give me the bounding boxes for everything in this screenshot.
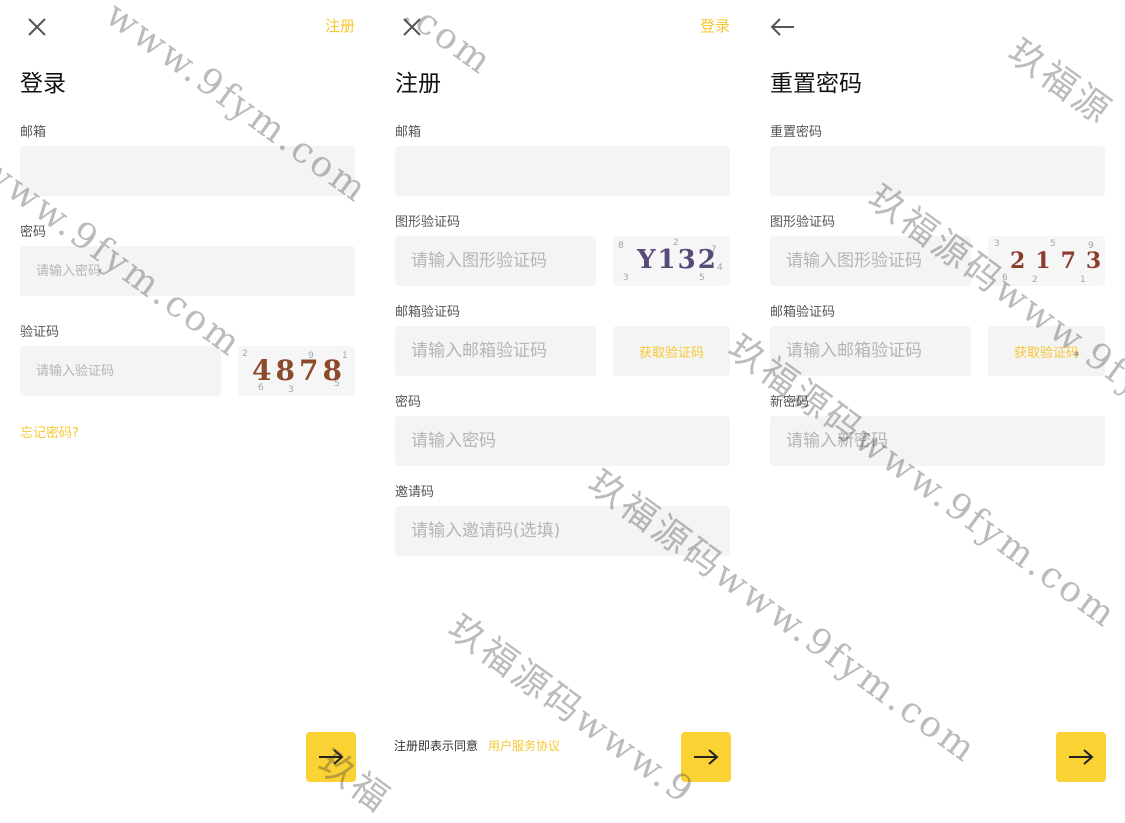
- svg-text:2: 2: [242, 349, 248, 359]
- captcha-image[interactable]: 269513 4878: [238, 346, 355, 396]
- reset-field[interactable]: [770, 146, 1105, 196]
- reset-label: 重置密码: [770, 125, 823, 140]
- email-field[interactable]: [20, 146, 355, 196]
- get-code-button[interactable]: 获取验证码: [613, 326, 730, 376]
- email-code-label: 邮箱验证码: [395, 305, 461, 320]
- register-link[interactable]: 注册: [325, 15, 355, 36]
- close-icon[interactable]: [393, 14, 423, 40]
- invite-label: 邀请码: [395, 485, 435, 500]
- image-captcha-label: 图形验证码: [395, 215, 461, 230]
- captcha-image[interactable]: 365912 2173: [988, 236, 1105, 286]
- arrow-right-icon: [694, 749, 719, 765]
- arrow-right-icon: [319, 749, 344, 765]
- password-label: 密码: [20, 225, 47, 240]
- submit-button[interactable]: [681, 732, 731, 782]
- svg-text:3: 3: [623, 273, 629, 283]
- get-code-button[interactable]: 获取验证码: [988, 326, 1105, 376]
- captcha-image[interactable]: 832754 Y132: [613, 236, 730, 286]
- page-title: 重置密码: [770, 71, 862, 97]
- password-label: 密码: [395, 395, 422, 410]
- reset-panel: 重置密码 重置密码 图形验证码 365912 2173 邮箱验证码 获取验证码 …: [750, 0, 1125, 812]
- agreement-link[interactable]: 用户服务协议: [488, 739, 560, 753]
- svg-text:4: 4: [717, 263, 723, 273]
- email-code-field[interactable]: [395, 326, 596, 376]
- image-captcha-label: 图形验证码: [770, 215, 836, 230]
- captcha-text: 2173: [1010, 248, 1105, 274]
- captcha-text: Y132: [636, 245, 718, 275]
- agreement-text: 注册即表示同意 用户服务协议: [394, 737, 560, 754]
- login-link[interactable]: 登录: [700, 15, 730, 36]
- close-icon[interactable]: [18, 14, 48, 40]
- login-panel: 注册 登录 邮箱 密码 验证码 269513 4878 忘记密码?: [0, 0, 375, 812]
- email-field[interactable]: [395, 146, 730, 196]
- svg-text:1: 1: [1080, 275, 1086, 285]
- captcha-field[interactable]: [20, 346, 221, 396]
- image-captcha-field[interactable]: [770, 236, 971, 286]
- submit-button[interactable]: [1056, 732, 1106, 782]
- svg-text:6: 6: [1002, 273, 1008, 283]
- password-field[interactable]: [395, 416, 730, 466]
- arrow-right-icon: [1069, 749, 1094, 765]
- invite-code-field[interactable]: [395, 506, 730, 556]
- email-code-label: 邮箱验证码: [770, 305, 836, 320]
- forgot-password-link[interactable]: 忘记密码?: [20, 422, 79, 441]
- email-code-field[interactable]: [770, 326, 971, 376]
- image-captcha-field[interactable]: [395, 236, 596, 286]
- password-field[interactable]: [20, 246, 355, 296]
- agreement-prefix: 注册即表示同意: [394, 739, 479, 753]
- svg-text:8: 8: [618, 241, 624, 251]
- svg-text:2: 2: [1032, 275, 1038, 285]
- captcha-text: 4878: [252, 354, 346, 387]
- submit-button[interactable]: [306, 732, 356, 782]
- page-title: 注册: [395, 71, 441, 97]
- new-password-label: 新密码: [770, 395, 810, 410]
- page-title: 登录: [20, 71, 66, 97]
- new-password-field[interactable]: [770, 416, 1105, 466]
- email-label: 邮箱: [20, 125, 47, 140]
- arrow-left-icon[interactable]: [768, 14, 798, 40]
- email-label: 邮箱: [395, 125, 422, 140]
- svg-text:3: 3: [994, 239, 1000, 249]
- register-panel: 登录 注册 邮箱 图形验证码 832754 Y132 邮箱验证码 获取验证码 密…: [375, 0, 750, 812]
- captcha-label: 验证码: [20, 325, 60, 340]
